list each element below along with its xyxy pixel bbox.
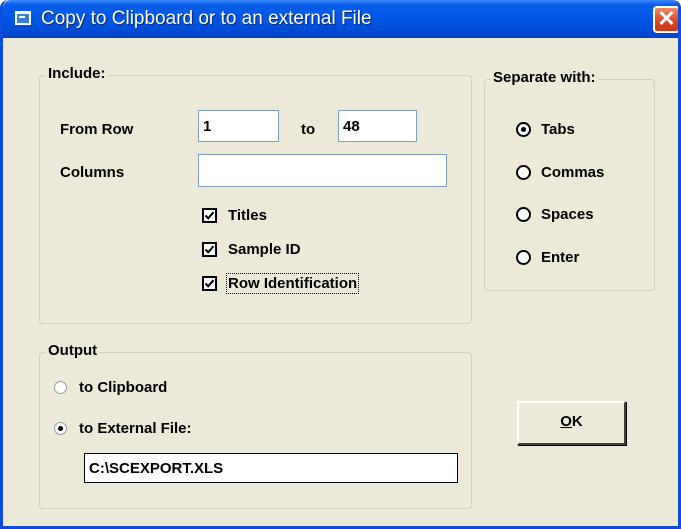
sample-id-label[interactable]: Sample ID: [228, 241, 301, 258]
close-button[interactable]: ✕: [653, 6, 678, 33]
spaces-radio[interactable]: [516, 207, 531, 222]
to-external-file-radio[interactable]: [54, 422, 67, 435]
dialog-body: Include: From Row to Columns Titles Samp…: [3, 38, 678, 526]
columns-label: Columns: [60, 164, 125, 181]
ok-accelerator: O: [560, 413, 572, 430]
ok-button[interactable]: OK: [517, 401, 626, 445]
commas-label[interactable]: Commas: [541, 164, 604, 181]
sample-id-checkbox[interactable]: [202, 242, 217, 257]
commas-radio[interactable]: [516, 165, 531, 180]
file-path-input[interactable]: [84, 453, 458, 483]
from-row-input[interactable]: [198, 110, 279, 142]
spaces-label[interactable]: Spaces: [541, 206, 594, 223]
row-identification-checkbox[interactable]: [202, 276, 217, 291]
checkmark-icon: [204, 211, 215, 220]
from-row-label: From Row: [60, 121, 134, 138]
tabs-radio[interactable]: [516, 122, 531, 137]
title-bar[interactable]: Copy to Clipboard or to an external File…: [3, 0, 678, 38]
titles-label[interactable]: Titles: [228, 207, 267, 224]
radio-selected-dot: [58, 426, 63, 431]
output-legend: Output: [46, 342, 100, 359]
tabs-label[interactable]: Tabs: [541, 121, 575, 138]
titles-checkbox[interactable]: [202, 208, 217, 223]
dialog-window: Copy to Clipboard or to an external File…: [0, 0, 681, 529]
checkmark-icon: [204, 245, 215, 254]
radio-selected-dot: [521, 127, 526, 132]
window-title: Copy to Clipboard or to an external File: [41, 8, 372, 29]
separate-legend: Separate with:: [491, 69, 598, 86]
row-identification-label[interactable]: Row Identification: [225, 273, 360, 294]
to-clipboard-label[interactable]: to Clipboard: [79, 379, 167, 396]
enter-radio[interactable]: [516, 250, 531, 265]
to-external-file-label[interactable]: to External File:: [79, 420, 192, 437]
to-clipboard-radio[interactable]: [54, 381, 67, 394]
close-icon: ✕: [657, 6, 676, 31]
ok-label-rest: K: [571, 413, 583, 430]
to-row-input[interactable]: [338, 110, 417, 142]
to-label: to: [301, 121, 316, 138]
include-legend: Include:: [46, 65, 108, 82]
checkmark-icon: [204, 279, 215, 288]
app-icon: [15, 11, 31, 25]
enter-label[interactable]: Enter: [541, 249, 579, 266]
columns-input[interactable]: [198, 154, 447, 187]
